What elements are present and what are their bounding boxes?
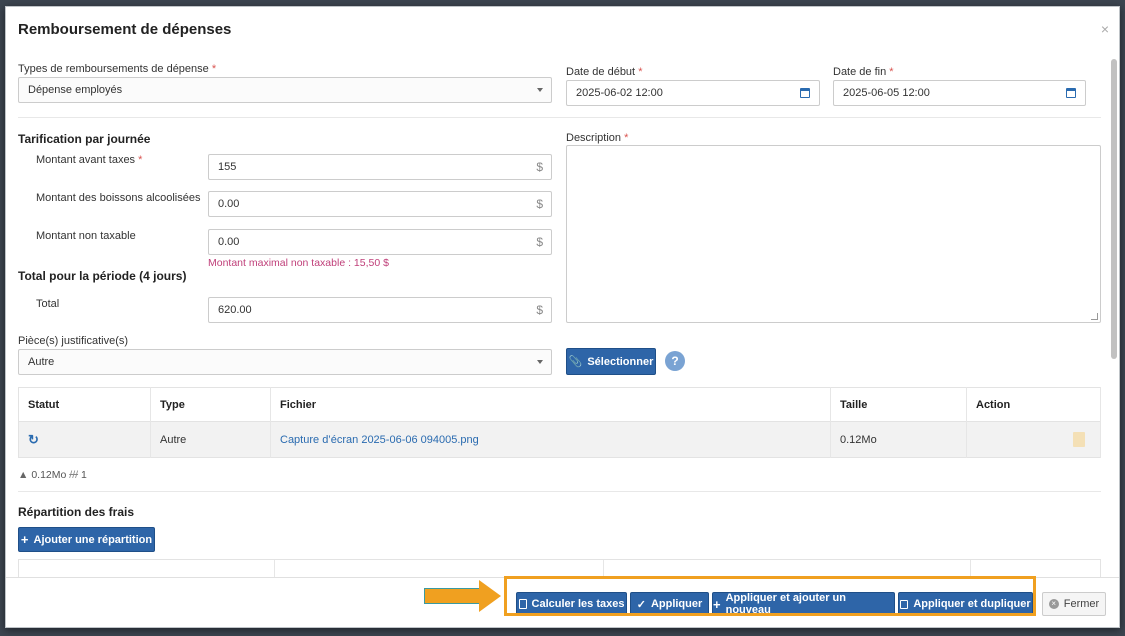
end-date-value: 2025-06-05 12:00 — [843, 87, 930, 99]
chevron-down-icon — [537, 360, 543, 364]
total-section-title: Total pour la période (4 jours) — [18, 269, 187, 283]
dollar-icon: $ — [536, 235, 543, 249]
modal-body: Types de remboursements de dépense * Dép… — [6, 51, 1119, 577]
status-cell: ↻ — [18, 421, 151, 458]
select-file-button[interactable]: 📎 Sélectionner — [566, 348, 656, 375]
table-header-row: Statut Type Fichier Taille Action — [18, 387, 1101, 422]
arrow-annotation-body — [424, 588, 480, 604]
nontax-hint: Montant maximal non taxable : 15,50 $ — [208, 257, 389, 269]
table-row: ↻ Autre Capture d’écran 2025-06-06 09400… — [18, 421, 1101, 458]
nontax-value: 0.00 — [218, 236, 240, 248]
column-header-action: Action — [966, 387, 1101, 422]
amount-value: 155 — [218, 161, 237, 173]
total-input[interactable]: 620.00 $ — [208, 297, 552, 323]
dollar-icon: $ — [536, 303, 543, 317]
total-label: Total — [36, 298, 60, 310]
close-circle-icon: × — [1048, 599, 1059, 609]
refresh-icon[interactable]: ↻ — [28, 432, 39, 447]
attachments-label: Pièce(s) justificative(s) — [18, 335, 129, 347]
add-allocation-label: Ajouter une répartition — [33, 533, 153, 546]
amount-label: Montant avant taxes * — [36, 154, 143, 166]
nontax-input[interactable]: 0.00 $ — [208, 229, 552, 255]
modal-title: Remboursement de dépenses — [18, 21, 232, 38]
summary-count: 1 — [80, 469, 87, 481]
column-header-status: Statut — [18, 387, 151, 422]
expense-type-select[interactable]: Dépense employés — [18, 77, 552, 103]
allocation-table-header — [18, 559, 1101, 577]
file-link[interactable]: Capture d’écran 2025-06-06 094005.png — [280, 434, 479, 446]
description-label: Description * — [566, 132, 629, 144]
resize-handle-icon[interactable] — [1091, 313, 1098, 320]
column-header-type: Type — [150, 387, 271, 422]
chevron-down-icon — [537, 88, 543, 92]
expense-modal: Remboursement de dépenses × Types de rem… — [5, 6, 1120, 628]
help-icon[interactable]: ? — [665, 351, 685, 371]
calendar-icon[interactable] — [800, 88, 810, 98]
amount-input[interactable]: 155 $ — [208, 154, 552, 180]
highlight-frame — [504, 576, 1036, 616]
file-cell: Capture d’écran 2025-06-06 094005.png — [270, 421, 831, 458]
expense-type-value: Dépense employés — [28, 84, 123, 96]
alcohol-label: Montant des boissons alcoolisées — [36, 192, 201, 204]
end-date-label: Date de fin * — [833, 66, 894, 78]
size-cell: 0.12Mo — [830, 421, 967, 458]
paperclip-icon: 📎 — [568, 356, 583, 368]
description-textarea[interactable] — [566, 145, 1101, 323]
dollar-icon: $ — [536, 160, 543, 174]
select-file-label: Sélectionner — [587, 355, 654, 368]
start-date-label: Date de début * — [566, 66, 643, 78]
files-table: Statut Type Fichier Taille Action ↻ Autr… — [18, 387, 1101, 458]
close-button[interactable]: × Fermer — [1042, 592, 1106, 616]
end-date-input[interactable]: 2025-06-05 12:00 — [833, 80, 1086, 106]
dollar-icon: $ — [536, 197, 543, 211]
column-header-file: Fichier — [270, 387, 831, 422]
attachment-type-select[interactable]: Autre — [18, 349, 552, 375]
summary-size: 0.12Mo — [31, 469, 67, 481]
start-date-input[interactable]: 2025-06-02 12:00 — [566, 80, 820, 106]
attachment-type-value: Autre — [28, 356, 55, 368]
close-icon[interactable]: × — [1101, 21, 1109, 37]
alcohol-input[interactable]: 0.00 $ — [208, 191, 552, 217]
nontax-label: Montant non taxable — [36, 230, 136, 242]
action-cell — [966, 421, 1101, 458]
alcohol-value: 0.00 — [218, 198, 240, 210]
start-date-value: 2025-06-02 12:00 — [576, 87, 663, 99]
close-label: Fermer — [1063, 598, 1100, 610]
total-value: 620.00 — [218, 304, 252, 316]
divider — [18, 491, 1101, 492]
trash-icon[interactable] — [1073, 432, 1085, 447]
allocation-section-title: Répartition des frais — [18, 505, 135, 519]
calendar-icon[interactable] — [1066, 88, 1076, 98]
type-cell: Autre — [150, 421, 271, 458]
weight-icon: ▲ — [18, 469, 29, 481]
pricing-section-title: Tarification par journée — [18, 132, 151, 146]
files-count-icon: /// — [69, 469, 79, 481]
divider — [18, 117, 1101, 118]
type-label: Types de remboursements de dépense * — [18, 63, 217, 75]
arrow-right-icon — [479, 580, 501, 612]
add-allocation-button[interactable]: + Ajouter une répartition — [18, 527, 155, 552]
files-summary: ▲ 0.12Mo /// 1 — [18, 469, 87, 481]
column-header-size: Taille — [830, 387, 967, 422]
plus-icon: + — [20, 532, 29, 547]
